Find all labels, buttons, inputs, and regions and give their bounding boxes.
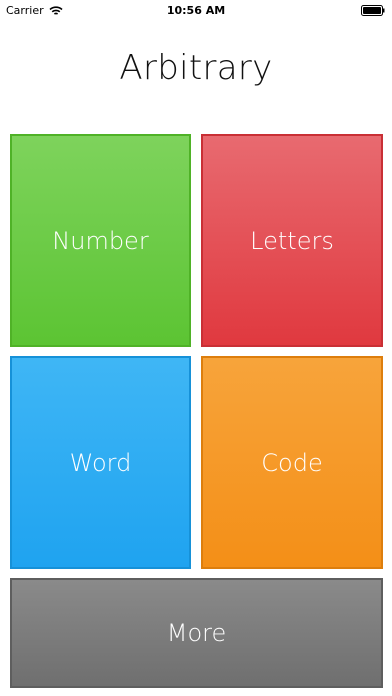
word-button[interactable]: Word bbox=[10, 356, 191, 569]
page-title: Arbitrary bbox=[119, 48, 273, 88]
status-time: 10:56 AM bbox=[166, 4, 226, 17]
number-button[interactable]: Number bbox=[10, 134, 191, 347]
code-button[interactable]: Code bbox=[201, 356, 383, 569]
more-button[interactable]: More bbox=[10, 578, 383, 688]
more-button-label: More bbox=[166, 619, 227, 647]
letters-button[interactable]: Letters bbox=[201, 134, 383, 347]
number-button-label: Number bbox=[52, 226, 149, 255]
code-button-label: Code bbox=[261, 448, 323, 477]
word-button-label: Word bbox=[69, 448, 132, 477]
status-bar: Carrier 10:56 AM bbox=[0, 0, 392, 22]
letters-button-label: Letters bbox=[250, 226, 334, 255]
battery-icon bbox=[361, 5, 385, 16]
